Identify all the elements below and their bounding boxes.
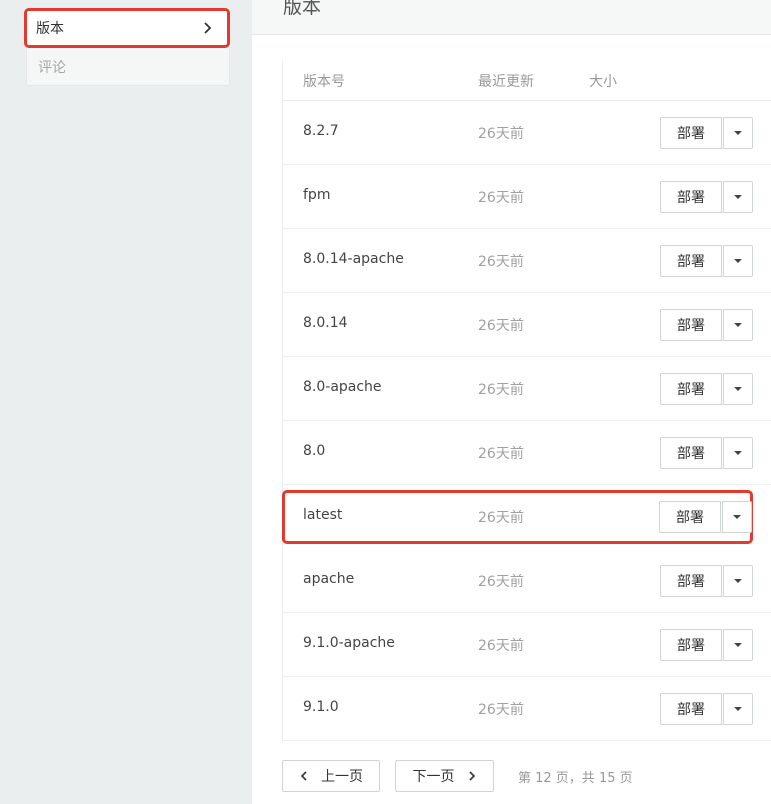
deploy-split-button: 部署 — [660, 437, 753, 469]
column-header-version: 版本号 — [303, 74, 345, 90]
deploy-dropdown-toggle[interactable] — [722, 501, 752, 533]
deploy-dropdown-toggle[interactable] — [723, 181, 753, 213]
pagination: 上一页 下一页 第 12 页，共 15 页 — [282, 760, 771, 794]
deploy-button[interactable]: 部署 — [660, 437, 722, 469]
deploy-dropdown-toggle[interactable] — [723, 245, 753, 277]
caret-down-icon — [733, 515, 741, 519]
table-row: 8.0.14-apache 26天前 部署 — [283, 229, 771, 293]
deploy-dropdown-toggle[interactable] — [723, 117, 753, 149]
updated-time: 26天前 — [478, 318, 524, 334]
version-name: 8.0.14-apache — [303, 251, 404, 267]
column-header-size: 大小 — [589, 74, 617, 90]
page-info: 第 12 页，共 15 页 — [518, 771, 633, 786]
version-name: 8.0 — [303, 443, 326, 459]
updated-time: 26天前 — [478, 190, 524, 206]
version-name: apache — [303, 571, 355, 587]
caret-down-icon — [734, 323, 742, 327]
prev-page-label: 上一页 — [321, 769, 363, 785]
sidebar-item-label: 版本 — [36, 21, 64, 37]
updated-time: 26天前 — [478, 574, 524, 590]
updated-time: 26天前 — [478, 702, 524, 718]
page-title: 版本 — [283, 0, 322, 18]
deploy-split-button: 部署 — [660, 309, 753, 341]
deploy-split-button: 部署 — [660, 565, 753, 597]
version-name: 8.0-apache — [303, 379, 382, 395]
table-row-highlighted: latest 26天前 部署 — [282, 490, 753, 544]
updated-time: 26天前 — [478, 510, 524, 526]
column-header-updated: 最近更新 — [478, 74, 534, 90]
deploy-button[interactable]: 部署 — [660, 181, 722, 213]
panel-header: 版本 — [252, 0, 771, 35]
deploy-button[interactable]: 部署 — [660, 117, 722, 149]
caret-down-icon — [734, 643, 742, 647]
deploy-button[interactable]: 部署 — [660, 565, 722, 597]
updated-time: 26天前 — [478, 382, 524, 398]
sidebar: 版本 评论 — [24, 0, 230, 86]
caret-down-icon — [734, 707, 742, 711]
next-page-button[interactable]: 下一页 — [395, 760, 494, 792]
caret-down-icon — [734, 451, 742, 455]
deploy-split-button: 部署 — [660, 245, 753, 277]
table-row: fpm 26天前 部署 — [283, 165, 771, 229]
updated-time: 26天前 — [478, 126, 524, 142]
deploy-dropdown-toggle[interactable] — [723, 373, 753, 405]
updated-time: 26天前 — [478, 254, 524, 270]
chevron-right-icon — [204, 22, 212, 34]
deploy-button[interactable]: 部署 — [659, 501, 721, 533]
deploy-dropdown-toggle[interactable] — [723, 437, 753, 469]
deploy-button[interactable]: 部署 — [660, 373, 722, 405]
version-name: fpm — [303, 187, 331, 203]
deploy-dropdown-toggle[interactable] — [723, 565, 753, 597]
sidebar-item-comments[interactable]: 评论 — [26, 48, 230, 86]
caret-down-icon — [734, 387, 742, 391]
deploy-button[interactable]: 部署 — [660, 693, 722, 725]
version-name: latest — [303, 507, 343, 523]
caret-down-icon — [734, 259, 742, 263]
chevron-right-icon — [468, 771, 475, 781]
sidebar-item-versions[interactable]: 版本 — [24, 8, 230, 48]
caret-down-icon — [734, 579, 742, 583]
version-name: 9.1.0 — [303, 699, 339, 715]
deploy-button[interactable]: 部署 — [660, 245, 722, 277]
table-row: apache 26天前 部署 — [283, 549, 771, 613]
version-name: 8.0.14 — [303, 315, 348, 331]
caret-down-icon — [734, 195, 742, 199]
deploy-split-button: 部署 — [660, 629, 753, 661]
deploy-dropdown-toggle[interactable] — [723, 629, 753, 661]
deploy-split-button: 部署 — [660, 181, 753, 213]
table-row: 9.1.0-apache 26天前 部署 — [283, 613, 771, 677]
versions-table: 版本号 最近更新 大小 8.2.7 26天前 部署 fpm 26天前 部署 8.… — [282, 60, 771, 741]
table-row: 9.1.0 26天前 部署 — [283, 677, 771, 741]
table-row: 8.2.7 26天前 部署 — [283, 101, 771, 165]
deploy-button[interactable]: 部署 — [660, 629, 722, 661]
next-page-label: 下一页 — [412, 769, 455, 785]
table-row: 8.0 26天前 部署 — [283, 421, 771, 485]
deploy-split-button: 部署 — [659, 501, 752, 533]
deploy-dropdown-toggle[interactable] — [723, 309, 753, 341]
table-row: 8.0-apache 26天前 部署 — [283, 357, 771, 421]
caret-down-icon — [734, 131, 742, 135]
updated-time: 26天前 — [478, 446, 524, 462]
deploy-split-button: 部署 — [660, 373, 753, 405]
deploy-dropdown-toggle[interactable] — [723, 693, 753, 725]
deploy-split-button: 部署 — [660, 693, 753, 725]
deploy-split-button: 部署 — [660, 117, 753, 149]
version-name: 9.1.0-apache — [303, 635, 395, 651]
version-name: 8.2.7 — [303, 123, 339, 139]
prev-page-button[interactable]: 上一页 — [282, 760, 380, 792]
main-panel: 版本 版本号 最近更新 大小 8.2.7 26天前 部署 fpm 26天前 部署 — [252, 0, 771, 804]
updated-time: 26天前 — [478, 638, 524, 654]
table-header: 版本号 最近更新 大小 — [283, 60, 771, 101]
chevron-left-icon — [300, 771, 307, 781]
table-row: 8.0.14 26天前 部署 — [283, 293, 771, 357]
sidebar-item-label: 评论 — [38, 59, 66, 76]
deploy-button[interactable]: 部署 — [660, 309, 722, 341]
